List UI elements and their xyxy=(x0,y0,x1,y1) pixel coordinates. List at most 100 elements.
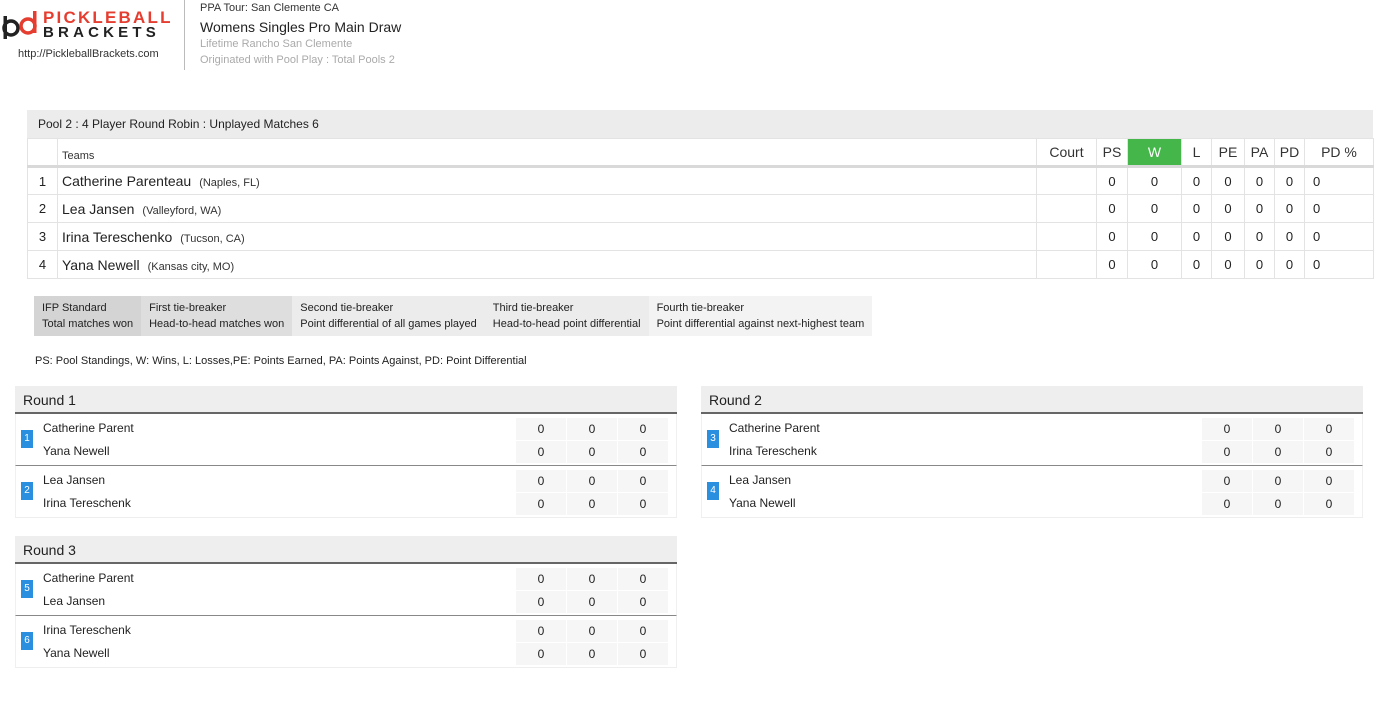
pool-table: Teams Court PS W L PE PA PD PD % 1 Cather… xyxy=(27,138,1374,279)
player-b-scores: 000 xyxy=(516,591,669,613)
match-number-badge: 5 xyxy=(21,580,33,598)
game-score[interactable]: 0 xyxy=(567,591,618,613)
tiebreaker-ifp: IFP Standard Total matches won xyxy=(34,296,142,336)
pe-cell: 0 xyxy=(1211,166,1245,195)
pa-cell: 0 xyxy=(1244,194,1275,223)
game-score[interactable]: 0 xyxy=(1202,493,1253,515)
player-a-scores: 000 xyxy=(1202,418,1355,440)
pickleball-brackets-logo-icon xyxy=(2,11,37,39)
match-number-badge: 6 xyxy=(21,632,33,650)
game-score[interactable]: 0 xyxy=(618,620,669,642)
game-score[interactable]: 0 xyxy=(516,418,567,440)
player-b-scores: 000 xyxy=(1202,493,1355,515)
tiebreaker-title: IFP Standard xyxy=(42,302,107,314)
game-score[interactable]: 0 xyxy=(1253,493,1304,515)
court-cell xyxy=(1036,194,1097,223)
game-score[interactable]: 0 xyxy=(567,470,618,492)
match-player-b: Yana Newell xyxy=(43,444,110,458)
match-card[interactable]: 1 Catherine Parent Yana Newell 0 0 0 0 0 0 xyxy=(15,414,677,466)
tiebreaker-title: First tie-breaker xyxy=(149,302,227,314)
game-score[interactable]: 0 xyxy=(1304,493,1355,515)
player-b-scores: 000 xyxy=(516,493,669,515)
l-cell: 0 xyxy=(1181,166,1212,195)
game-score[interactable]: 0 xyxy=(1202,418,1253,440)
player-name[interactable]: Catherine Parenteau xyxy=(62,173,191,189)
player-location: (Tucson, CA) xyxy=(180,232,245,245)
game-score[interactable]: 0 xyxy=(618,493,669,515)
col-header-w: W xyxy=(1127,138,1182,168)
row-number: 4 xyxy=(27,250,58,279)
pe-cell: 0 xyxy=(1211,222,1245,251)
match-player-a: Irina Tereschenk xyxy=(43,623,131,637)
game-score[interactable]: 0 xyxy=(1304,470,1355,492)
game-score[interactable]: 0 xyxy=(1253,470,1304,492)
tiebreaker-desc: Point differential against next-highest … xyxy=(656,318,865,330)
game-score[interactable]: 0 xyxy=(618,591,669,613)
match-player-a: Lea Jansen xyxy=(43,473,106,487)
player-name[interactable]: Yana Newell xyxy=(62,257,140,273)
w-cell: 0 xyxy=(1127,222,1182,251)
game-score[interactable]: 0 xyxy=(567,441,618,463)
pa-cell: 0 xyxy=(1244,166,1275,195)
game-score[interactable]: 0 xyxy=(1304,418,1355,440)
player-b-scores: 000 xyxy=(516,441,669,463)
pool-header-row: Teams Court PS W L PE PA PD PD % xyxy=(27,138,1374,168)
game-score[interactable]: 0 xyxy=(1202,441,1253,463)
match-card[interactable]: 3 Catherine Parent Irina Tereschenk 0 0 0 0 0 0 xyxy=(701,414,1363,466)
game-score[interactable]: 0 xyxy=(618,441,669,463)
l-cell: 0 xyxy=(1181,250,1212,279)
tiebreaker-fourth: Fourth tie-breaker Point differential ag… xyxy=(648,296,873,336)
match-card[interactable]: 4 Lea Jansen Yana Newell 0 0 0 0 0 0 xyxy=(701,466,1363,518)
game-score[interactable]: 0 xyxy=(516,591,567,613)
court-cell xyxy=(1036,166,1097,195)
pd-pct-cell: 0 xyxy=(1304,194,1374,223)
pool-standings: Pool 2 : 4 Player Round Robin : Unplayed… xyxy=(27,110,1374,279)
player-a-scores: 000 xyxy=(516,620,669,642)
game-score[interactable]: 0 xyxy=(516,493,567,515)
pool-title: Pool 2 : 4 Player Round Robin : Unplayed… xyxy=(27,110,1373,138)
player-name[interactable]: Irina Tereschenko xyxy=(62,229,172,245)
match-player-b: Lea Jansen xyxy=(43,594,106,608)
match-card[interactable]: 2 Lea Jansen Irina Tereschenk 0 0 0 0 0 0 xyxy=(15,466,677,518)
game-score[interactable]: 0 xyxy=(618,643,669,665)
match-number-badge: 3 xyxy=(707,430,719,448)
match-card[interactable]: 6 Irina Tereschenk Yana Newell 0 0 0 0 0 0 xyxy=(15,616,677,668)
player-b-scores: 000 xyxy=(516,643,669,665)
game-score[interactable]: 0 xyxy=(1253,418,1304,440)
col-header-pa: PA xyxy=(1244,138,1275,168)
game-score[interactable]: 0 xyxy=(516,568,567,590)
game-score[interactable]: 0 xyxy=(567,643,618,665)
pd-cell: 0 xyxy=(1274,250,1305,279)
game-score[interactable]: 0 xyxy=(516,470,567,492)
game-score[interactable]: 0 xyxy=(516,441,567,463)
game-score[interactable]: 0 xyxy=(567,418,618,440)
pd-cell: 0 xyxy=(1274,194,1305,223)
game-score[interactable]: 0 xyxy=(567,568,618,590)
game-score[interactable]: 0 xyxy=(1304,441,1355,463)
game-score[interactable]: 0 xyxy=(1202,470,1253,492)
site-url-link[interactable]: http://PickleballBrackets.com xyxy=(18,48,159,60)
match-player-a: Catherine Parent xyxy=(729,421,820,435)
game-score[interactable]: 0 xyxy=(1253,441,1304,463)
ps-cell: 0 xyxy=(1096,166,1128,195)
game-score[interactable]: 0 xyxy=(516,620,567,642)
game-score[interactable]: 0 xyxy=(618,568,669,590)
game-score[interactable]: 0 xyxy=(567,493,618,515)
game-score[interactable]: 0 xyxy=(618,418,669,440)
tiebreaker-title: Second tie-breaker xyxy=(300,302,394,314)
match-card[interactable]: 5 Catherine Parent Lea Jansen 0 0 0 0 0 0 xyxy=(15,564,677,616)
ps-cell: 0 xyxy=(1096,250,1128,279)
game-score[interactable]: 0 xyxy=(618,470,669,492)
game-score[interactable]: 0 xyxy=(567,620,618,642)
tour-name: PPA Tour: San Clemente CA xyxy=(200,2,339,14)
round-1-panel: Round 1 1 Catherine Parent Yana Newell 0 0 0 0 0… xyxy=(15,386,677,518)
round-2-panel: Round 2 3 Catherine Parent Irina Tereschenk… xyxy=(701,386,1363,518)
col-header-court: Court xyxy=(1036,138,1097,168)
pd-pct-cell: 0 xyxy=(1304,166,1374,195)
col-header-l: L xyxy=(1181,138,1212,168)
game-score[interactable]: 0 xyxy=(516,643,567,665)
player-location: (Kansas city, MO) xyxy=(147,260,235,273)
w-cell: 0 xyxy=(1127,250,1182,279)
tiebreaker-first: First tie-breaker Head-to-head matches w… xyxy=(141,296,293,336)
player-name[interactable]: Lea Jansen xyxy=(62,201,134,217)
